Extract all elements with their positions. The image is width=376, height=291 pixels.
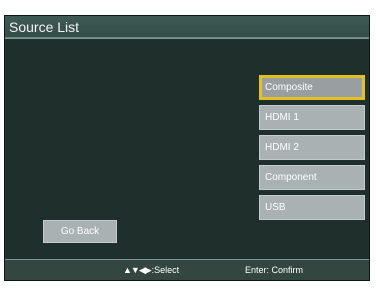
footer-bar: ▲▼◀▶:Select Enter: Confirm (5, 260, 369, 280)
source-option-component[interactable]: Component (259, 165, 365, 190)
confirm-hint: Enter: Confirm (245, 265, 304, 275)
go-back-button[interactable]: Go Back (43, 220, 117, 243)
source-option-usb[interactable]: USB (259, 195, 365, 220)
direction-arrows-icon: ▲▼◀▶ (123, 265, 152, 275)
title-divider (5, 38, 369, 39)
source-option-hdmi-2[interactable]: HDMI 2 (259, 135, 365, 160)
select-hint: ▲▼◀▶:Select (123, 264, 179, 276)
source-option-composite[interactable]: Composite (259, 75, 365, 100)
source-list-screen: Source List Composite HDMI 1 HDMI 2 Comp… (4, 15, 370, 281)
page-title: Source List (9, 19, 80, 35)
title-bar: Source List (5, 16, 369, 38)
select-hint-label: :Select (151, 265, 180, 275)
source-option-hdmi-1[interactable]: HDMI 1 (259, 105, 365, 130)
